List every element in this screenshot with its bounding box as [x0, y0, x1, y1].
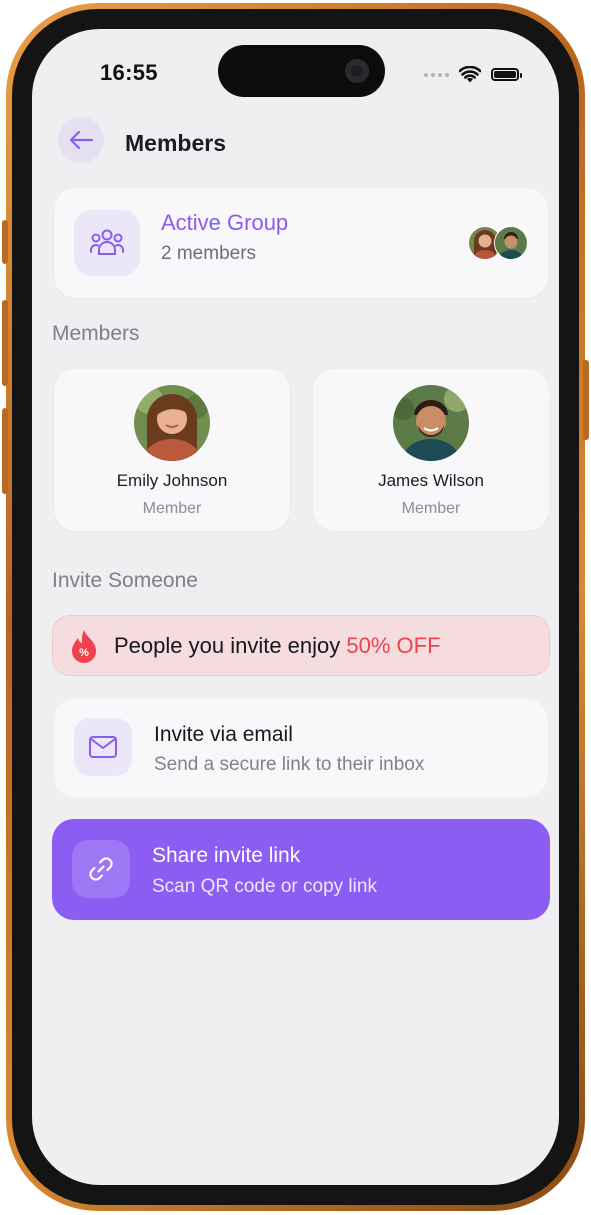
- member-role: Member: [142, 500, 202, 517]
- invite-email-title: Invite via email: [154, 723, 293, 746]
- share-invite-link-button[interactable]: Share invite link Scan QR code or copy l…: [52, 819, 550, 920]
- phone-frame: 16:55 Members Active Group 2 members Mem…: [6, 3, 585, 1211]
- svg-text:%: %: [79, 647, 89, 659]
- member-name: Emily Johnson: [116, 471, 228, 490]
- link-icon: [89, 857, 113, 881]
- phone-bezel: 16:55 Members Active Group 2 members Mem…: [12, 9, 579, 1205]
- invite-email-subtitle: Send a secure link to their inbox: [154, 754, 425, 775]
- member-name: James Wilson: [378, 471, 484, 490]
- back-button[interactable]: [58, 117, 104, 163]
- users-group-icon: [90, 229, 124, 255]
- promo-text: People you invite enjoy 50% OFF: [114, 633, 441, 659]
- mail-icon: [89, 736, 117, 758]
- members-section-label: Members: [52, 322, 140, 345]
- avatar-stack: [468, 226, 528, 260]
- share-link-title: Share invite link: [152, 844, 301, 867]
- status-icons: [424, 66, 522, 83]
- promo-discount: 50% OFF: [346, 632, 441, 658]
- group-card[interactable]: Active Group 2 members: [54, 188, 548, 298]
- link-icon-tile: [72, 840, 130, 898]
- app-screen: 16:55 Members Active Group 2 members Mem…: [32, 29, 559, 1185]
- dynamic-island: [218, 45, 385, 97]
- promo-banner: % People you invite enjoy 50% OFF: [52, 615, 550, 676]
- cellular-signal-icon: [424, 72, 449, 77]
- share-link-subtitle: Scan QR code or copy link: [152, 876, 377, 897]
- action-button: [2, 220, 8, 264]
- arrow-left-icon: [69, 130, 94, 150]
- status-time: 16:55: [100, 60, 158, 85]
- group-icon-tile: [74, 210, 140, 276]
- battery-icon: [491, 68, 522, 81]
- front-camera: [345, 59, 369, 83]
- avatar: [393, 385, 469, 461]
- page-title: Members: [125, 130, 226, 156]
- member-role: Member: [401, 500, 461, 517]
- promo-text-main: People you invite enjoy: [114, 632, 347, 658]
- invite-email-button[interactable]: Invite via email Send a secure link to t…: [54, 699, 548, 797]
- volume-up-button: [2, 300, 8, 386]
- invite-section-label: Invite Someone: [52, 569, 198, 592]
- avatar-james-mini: [494, 226, 528, 260]
- group-member-count: 2 members: [161, 243, 257, 264]
- volume-down-button: [2, 408, 8, 494]
- power-button: [583, 360, 589, 440]
- avatar: [134, 385, 210, 461]
- wifi-icon: [459, 66, 481, 83]
- member-card[interactable]: Emily Johnson Member: [54, 369, 290, 531]
- fire-percent-icon: %: [72, 629, 96, 663]
- mail-icon-tile: [74, 718, 132, 776]
- member-card[interactable]: James Wilson Member: [313, 369, 549, 531]
- group-name: Active Group: [161, 210, 289, 235]
